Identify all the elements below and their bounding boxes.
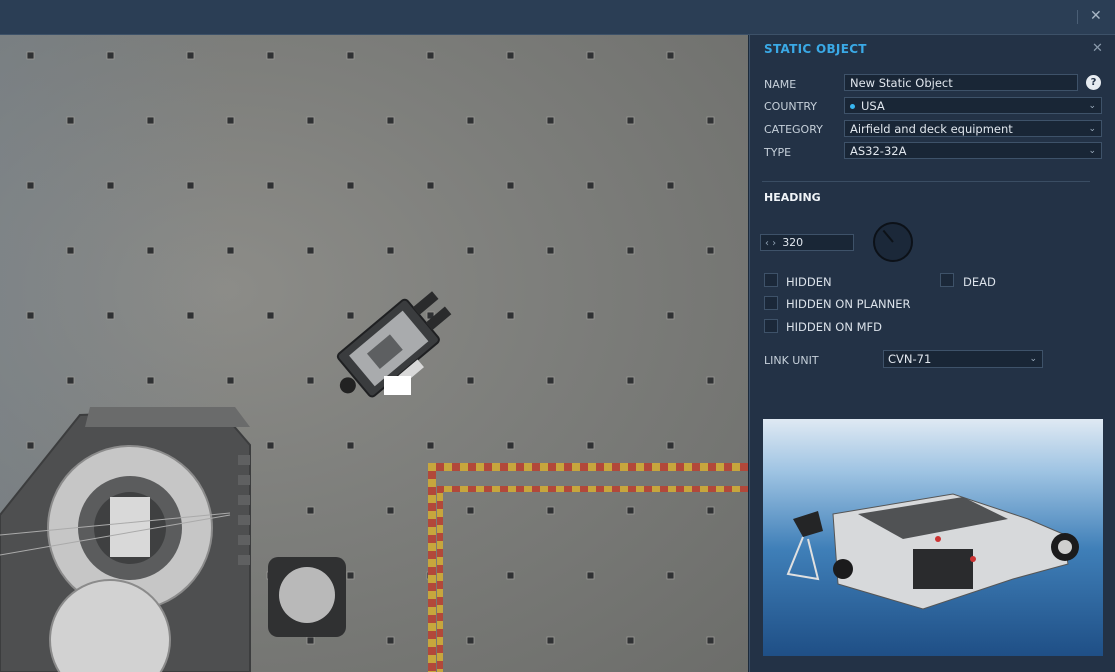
hidden-on-planner-checkbox[interactable] [764,296,778,310]
stepper-arrows-icon[interactable]: ‹ › [765,238,776,249]
deck-line-outer-dash [428,463,748,672]
chevron-down-icon: ⌄ [1088,146,1096,156]
type-select[interactable]: AS32-32A ⌄ [844,142,1102,159]
type-label: TYPE [764,146,792,159]
type-value: AS32-32A [850,144,907,158]
hidden-on-planner-label: HIDDEN ON PLANNER [786,297,911,311]
carrier-deck-map [0,51,748,672]
window-close-icon[interactable]: ✕ [1090,8,1102,24]
object-preview-image [763,419,1103,656]
deck-line-outer [428,463,748,672]
carrier-island [0,407,346,672]
help-icon[interactable]: ? [1086,75,1101,90]
top-bar: ✕ [0,0,1115,35]
category-select[interactable]: Airfield and deck equipment ⌄ [844,120,1102,137]
dead-checkbox[interactable] [940,273,954,287]
country-label: COUNTRY [764,100,817,113]
selected-static-object [336,291,452,398]
section-divider [762,181,1090,182]
chevron-down-icon: ⌄ [1029,354,1037,364]
country-dot-icon [850,104,855,109]
category-label: CATEGORY [764,123,823,136]
heading-dial[interactable] [872,221,914,263]
chevron-down-icon: ⌄ [1088,101,1096,111]
static-object-panel: STATIC OBJECT ✕ NAME New Static Object ?… [749,35,1115,672]
name-field[interactable]: New Static Object [844,74,1078,91]
country-select[interactable]: USA ⌄ [844,97,1102,114]
map-view[interactable] [0,35,748,672]
hidden-on-mfd-label: HIDDEN ON MFD [786,320,882,334]
category-value: Airfield and deck equipment [850,122,1013,136]
name-label: NAME [764,78,797,91]
heading-stepper[interactable]: ‹ › 320 [760,234,854,251]
deck-line-inner [437,486,748,672]
selection-marker [384,376,411,395]
link-unit-value: CVN-71 [888,352,932,366]
top-bar-separator [1077,10,1078,24]
hidden-checkbox[interactable] [764,273,778,287]
panel-title: STATIC OBJECT [764,42,867,56]
dead-label: DEAD [963,275,996,289]
link-unit-select[interactable]: CVN-71 ⌄ [883,350,1043,368]
deck-line-inner-dash [437,486,748,672]
country-value: USA [861,99,885,113]
panel-close-icon[interactable]: ✕ [1092,41,1103,56]
heading-section-title: HEADING [764,191,821,204]
name-value: New Static Object [850,76,953,90]
heading-value: 320 [782,236,804,249]
link-unit-label: LINK UNIT [764,354,819,367]
hidden-on-mfd-checkbox[interactable] [764,319,778,333]
hidden-label: HIDDEN [786,275,832,289]
chevron-down-icon: ⌄ [1088,124,1096,134]
preview-vehicle-model [786,493,1079,610]
